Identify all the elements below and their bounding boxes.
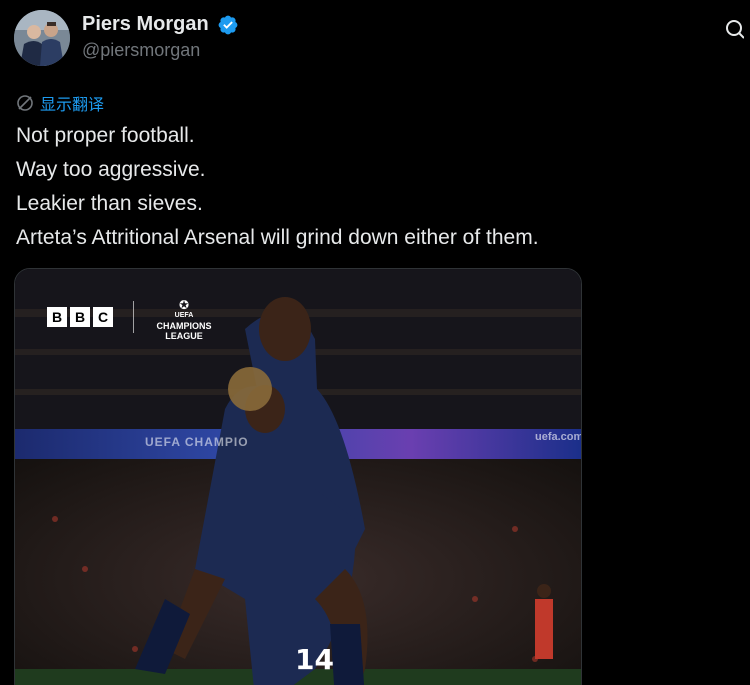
author-info: Piers Morgan @piersmorgan (82, 13, 239, 61)
logo-divider (133, 301, 134, 333)
ucl-logo-line: UEFA (174, 312, 194, 319)
bbc-letter: C (93, 307, 113, 327)
ucl-logo-line: LEAGUE (165, 331, 203, 341)
tweet-line: Not proper football. (16, 124, 195, 147)
author-display-name[interactable]: Piers Morgan (82, 13, 209, 36)
bbc-letter: B (47, 307, 67, 327)
show-translation-link[interactable]: 显示翻译 (16, 92, 104, 114)
stadium-banner-text-right: uefa.com (535, 431, 582, 443)
ucl-star-icon: ✪ (178, 298, 190, 312)
tweet-media-image[interactable]: B B C ✪ UEFA CHAMPIONS LEAGUE UEFA CHAMP… (14, 268, 582, 685)
tweet-body: Not proper football. Way too aggressive.… (16, 119, 736, 255)
more-options-icon[interactable] (724, 16, 744, 40)
champions-league-logo: ✪ UEFA CHAMPIONS LEAGUE (149, 299, 219, 341)
avatar-photo (14, 10, 70, 66)
verified-badge-icon (218, 15, 238, 34)
tweet-header: Piers Morgan @piersmorgan (14, 10, 744, 70)
show-translation-label: 显示翻译 (40, 97, 105, 114)
bbc-letter: B (70, 307, 90, 327)
stadium-banner-text: UEFA CHAMPIO (145, 435, 249, 449)
avatar[interactable] (14, 10, 70, 66)
celebration-photo (15, 269, 581, 685)
translate-icon (17, 95, 33, 111)
author-handle[interactable]: @piersmorgan (82, 40, 239, 61)
ucl-logo-line: CHAMPIONS (156, 321, 212, 331)
tweet-line: Arteta’s Attritional Arsenal will grind … (16, 226, 539, 249)
tweet-line: Way too aggressive. (16, 158, 206, 181)
jersey-number: 14 (295, 643, 334, 676)
tweet-line: Leakier than sieves. (16, 192, 203, 215)
bbc-logo: B B C (47, 307, 113, 327)
